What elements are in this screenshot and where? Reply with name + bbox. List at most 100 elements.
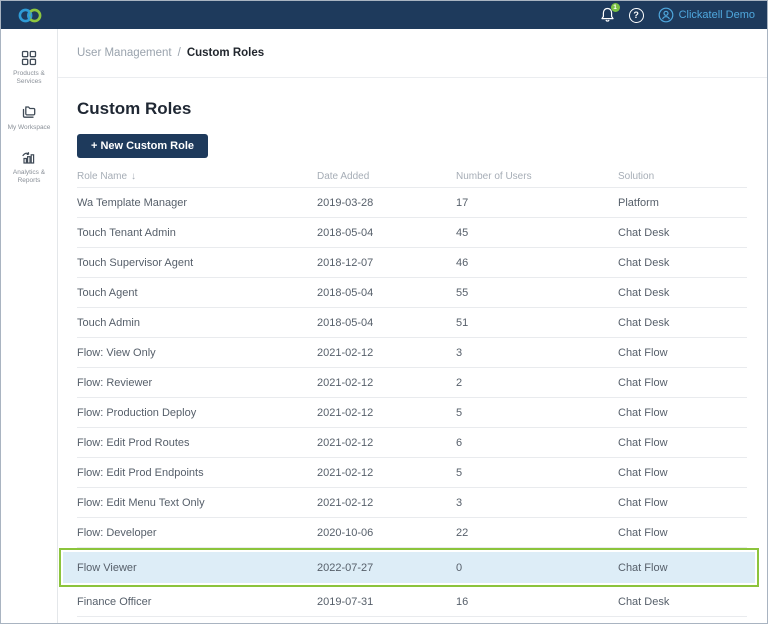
cell-role: Flow: View Only [77, 346, 156, 359]
cell-users: 2 [456, 376, 463, 389]
user-icon [658, 7, 673, 23]
cell-users: 5 [456, 466, 463, 479]
cell-role: Touch Admin [77, 316, 140, 329]
cell-date: 2018-05-04 [317, 226, 374, 239]
cell-date: 2020-10-06 [317, 526, 374, 539]
grid-icon [21, 50, 37, 66]
sidebar-item-label: Analytics & Reports [12, 169, 46, 185]
table-row[interactable]: Flow: View Only 2021-02-12 3 Chat Flow [77, 338, 747, 368]
breadcrumb-user-management[interactable]: User Management [77, 47, 172, 59]
cell-users: 46 [456, 256, 469, 269]
column-header-label: Solution [618, 171, 655, 182]
cell-date: 2018-05-04 [317, 286, 374, 299]
cell-solution: Chat Flow [618, 436, 668, 449]
cell-solution: Platform [618, 196, 659, 209]
sort-descending-icon: ↓ [131, 171, 137, 182]
user-name: Clickatell Demo [678, 9, 755, 21]
cell-role: Touch Supervisor Agent [77, 256, 194, 269]
table-row[interactable]: Touch Supervisor Agent 2018-12-07 46 Chat D… [77, 248, 747, 278]
table-row[interactable]: Flow: Production Deploy 2021-02-12 5 Chat F… [77, 398, 747, 428]
cell-users: 17 [456, 196, 469, 209]
top-navbar: 1 ? Clickatell Demo [1, 1, 767, 29]
cell-date: 2021-02-12 [317, 466, 374, 479]
cell-date: 2021-02-12 [317, 406, 374, 419]
column-header-label: Number of Users [456, 171, 532, 182]
column-header-number-of-users[interactable]: Number of Users [456, 171, 618, 182]
help-icon: ? [633, 10, 639, 20]
table-row[interactable]: Flow: Edit Prod Routes 2021-02-12 6 Chat Fl… [77, 428, 747, 458]
cell-users: 5 [456, 406, 463, 419]
sidebar: Products & Services My Workspace Analyti… [1, 29, 58, 623]
breadcrumb: User Management / Custom Roles [58, 29, 767, 78]
cell-role: Wa Template Manager [77, 196, 188, 209]
cell-role: Flow: Reviewer [77, 376, 153, 389]
topbar-actions: 1 ? Clickatell Demo [600, 3, 755, 23]
sidebar-item-analytics-reports[interactable]: Analytics & Reports [1, 148, 57, 185]
cell-solution: Chat Flow [618, 346, 668, 359]
cell-solution: Chat Flow [618, 496, 668, 509]
column-header-solution[interactable]: Solution [618, 171, 747, 182]
cell-solution: Chat Flow [618, 406, 668, 419]
folder-icon [22, 105, 36, 118]
notification-badge: 1 [610, 3, 620, 12]
cell-role: Flow Viewer [77, 561, 137, 574]
cell-date: 2021-02-12 [317, 436, 374, 449]
table-row[interactable]: Wa Template Manager 2019-03-28 17 Platform [77, 188, 747, 218]
main-area: User Management / Custom Roles Custom Ro… [58, 29, 767, 623]
cell-users: 3 [456, 496, 463, 509]
table-header-row: Role Name ↓ Date Added Number of Users Solut… [77, 171, 747, 188]
table-body: Wa Template Manager 2019-03-28 17 Platform T… [59, 188, 759, 617]
new-custom-role-button[interactable]: + New Custom Role [77, 134, 208, 158]
cell-date: 2021-02-12 [317, 346, 374, 359]
table-row[interactable]: Finance Officer 2019-07-31 16 Chat Desk [77, 587, 747, 617]
cell-role: Flow: Production Deploy [77, 406, 197, 419]
app-window: 1 ? Clickatell Demo Products & Services … [0, 0, 768, 624]
table-row[interactable]: Flow: Edit Prod Endpoints 2021-02-12 5 Chat… [77, 458, 747, 488]
table-row[interactable]: Flow: Developer 2020-10-06 22 Chat Flow [77, 518, 747, 548]
cell-role: Touch Agent [77, 286, 138, 299]
highlighted-row-outline: Flow Viewer 2022-07-27 0 Chat Flow [59, 548, 759, 587]
cell-date: 2019-07-31 [317, 595, 374, 608]
table-row[interactable]: Touch Admin 2018-05-04 51 Chat Desk [77, 308, 747, 338]
column-header-label: Date Added [317, 171, 370, 182]
cell-role: Flow: Developer [77, 526, 157, 539]
table-row[interactable]: Flow: Edit Menu Text Only 2021-02-12 3 Chat… [77, 488, 747, 518]
cell-role: Touch Tenant Admin [77, 226, 176, 239]
cell-date: 2022-07-27 [317, 561, 374, 574]
cell-solution: Chat Flow [618, 466, 668, 479]
cell-users: 3 [456, 346, 463, 359]
cell-users: 22 [456, 526, 469, 539]
help-button[interactable]: ? [628, 7, 644, 23]
cell-users: 16 [456, 595, 469, 608]
column-header-date-added[interactable]: Date Added [317, 171, 456, 182]
cell-role: Finance Officer [77, 595, 152, 608]
cell-role: Flow: Edit Prod Routes [77, 436, 190, 449]
sidebar-item-products-services[interactable]: Products & Services [1, 49, 57, 86]
table-row[interactable]: Flow: Reviewer 2021-02-12 2 Chat Flow [77, 368, 747, 398]
cell-solution: Chat Desk [618, 316, 670, 329]
page-title: Custom Roles [77, 99, 192, 118]
notifications-button[interactable]: 1 [600, 3, 620, 23]
cell-date: 2018-05-04 [317, 316, 374, 329]
table-row[interactable]: Touch Tenant Admin 2018-05-04 45 Chat Desk [77, 218, 747, 248]
clickatell-logo[interactable] [17, 7, 43, 24]
table-row[interactable]: Flow Viewer 2022-07-27 0 Chat Flow [63, 552, 755, 583]
cell-date: 2019-03-28 [317, 196, 374, 209]
sidebar-item-my-workspace[interactable]: My Workspace [1, 103, 57, 132]
bar-chart-icon [22, 152, 35, 164]
cell-date: 2018-12-07 [317, 256, 374, 269]
sidebar-item-label: Products & Services [13, 70, 45, 85]
column-header-role-name[interactable]: Role Name ↓ [77, 171, 317, 182]
clickatell-logo-icon [18, 8, 42, 22]
cell-solution: Chat Desk [618, 286, 670, 299]
cell-solution: Chat Desk [618, 595, 670, 608]
table-row[interactable]: Touch Agent 2018-05-04 55 Chat Desk [77, 278, 747, 308]
cell-role: Flow: Edit Prod Endpoints [77, 466, 204, 479]
cell-users: 51 [456, 316, 469, 329]
cell-date: 2021-02-12 [317, 376, 374, 389]
cell-users: 45 [456, 226, 469, 239]
user-menu[interactable]: Clickatell Demo [658, 7, 755, 23]
cell-solution: Chat Flow [618, 376, 668, 389]
breadcrumb-separator: / [177, 47, 181, 59]
sidebar-item-label: My Workspace [7, 123, 51, 131]
